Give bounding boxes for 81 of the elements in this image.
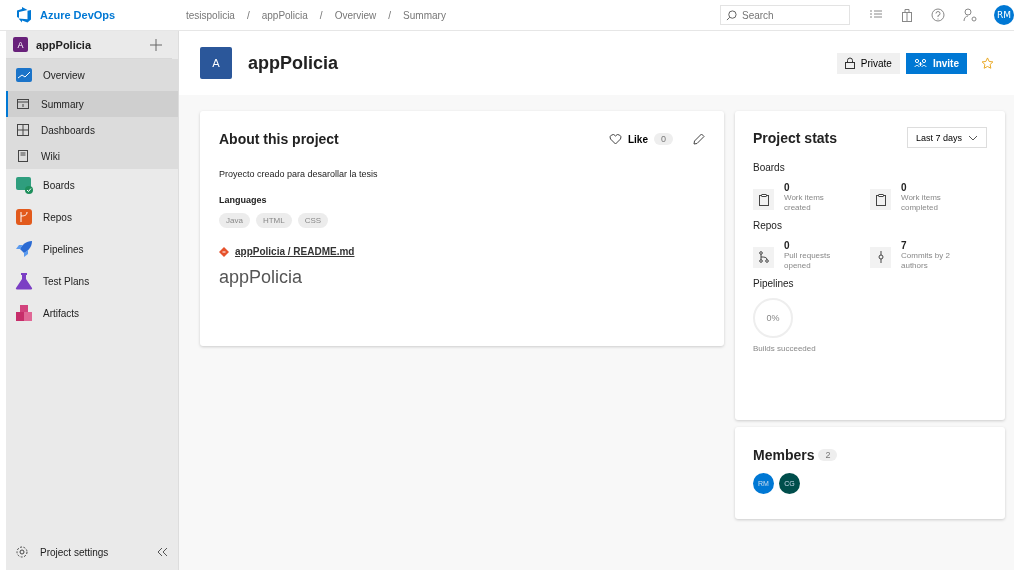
language-tag: HTML xyxy=(255,213,292,228)
breadcrumb-link[interactable]: appPolicia xyxy=(261,9,308,21)
nav-item[interactable]: Artifacts xyxy=(6,297,178,329)
repos-icon xyxy=(15,208,33,226)
user-avatar[interactable]: RM xyxy=(994,5,1014,25)
member-count: 2 xyxy=(818,449,838,461)
shopping-bag-icon[interactable] xyxy=(901,8,913,22)
lock-icon xyxy=(844,57,855,69)
stat-value: 0 xyxy=(901,182,908,193)
section-title: Repos xyxy=(753,219,783,231)
breadcrumb-separator: / xyxy=(319,9,323,21)
settings-icon xyxy=(16,546,28,558)
readme-heading: appPolicia xyxy=(219,267,304,288)
project-name[interactable]: appPolicia xyxy=(36,38,142,51)
project-description: Proyecto creado para desarollar la tesis xyxy=(219,169,379,179)
edit-icon[interactable] xyxy=(693,133,705,145)
project-title: appPolicia xyxy=(248,52,339,74)
nav-subitem[interactable]: Wiki xyxy=(6,143,178,169)
nav-subitem[interactable]: Summary xyxy=(6,91,178,117)
stat-value: 0 xyxy=(784,182,791,193)
language-tag: Java xyxy=(219,213,250,228)
invite-button[interactable]: Invite xyxy=(905,52,967,74)
nav-item[interactable]: Test Plans xyxy=(6,265,178,297)
breadcrumb-link[interactable]: tesispolicia xyxy=(186,9,235,21)
star-icon[interactable] xyxy=(981,56,994,70)
help-icon[interactable] xyxy=(931,8,945,22)
stat-label: Work items created xyxy=(784,193,825,214)
breadcrumb-link[interactable]: Overview xyxy=(334,9,377,21)
project-settings-link[interactable]: Project settings xyxy=(16,546,109,558)
stat-icon xyxy=(870,189,891,210)
user-settings-icon[interactable] xyxy=(963,8,977,22)
card-title: Project stats xyxy=(753,129,838,146)
stat-value: 7 xyxy=(901,239,908,251)
collapse-icon[interactable] xyxy=(156,547,168,557)
search-field[interactable]: Search xyxy=(720,5,850,25)
breadcrumb-link[interactable]: Summary xyxy=(403,9,446,21)
like-button[interactable]: Like xyxy=(608,133,648,145)
brand-name[interactable]: Azure DevOps xyxy=(40,9,116,21)
project-avatar: A xyxy=(13,37,28,52)
stat-value: 0 xyxy=(784,239,791,251)
nav-item[interactable]: Overview xyxy=(6,59,178,91)
nav-item[interactable]: Repos xyxy=(6,201,178,233)
boards-icon xyxy=(15,176,33,194)
stat-icon xyxy=(870,246,891,268)
people-icon xyxy=(913,57,927,69)
readme-link[interactable]: appPolicia / README.md xyxy=(235,246,355,257)
chevron-down-icon xyxy=(968,134,978,141)
language-tag: CSS xyxy=(297,213,329,228)
git-icon xyxy=(219,246,229,257)
rocket-icon xyxy=(15,240,33,258)
builds-label: Builds succeeded xyxy=(753,343,817,353)
overview-icon xyxy=(15,66,33,84)
breadcrumb-separator: / xyxy=(246,9,250,21)
add-icon[interactable] xyxy=(150,38,162,51)
like-count: 0 xyxy=(654,133,673,145)
stat-label: Pull requests opened xyxy=(784,250,832,272)
card-title: About this project xyxy=(219,131,339,147)
summary-icon xyxy=(17,98,29,110)
wiki-icon xyxy=(17,150,29,162)
search-icon xyxy=(726,10,737,21)
artifacts-icon xyxy=(15,304,33,322)
success-rate-ring: 0% xyxy=(753,297,793,338)
nav-item[interactable]: Boards xyxy=(6,169,178,201)
languages-label: Languages xyxy=(219,195,268,205)
nav-subitem[interactable]: Dashboards xyxy=(6,117,178,143)
stat-icon xyxy=(753,246,774,268)
stat-label: Commits by 2 authors xyxy=(901,250,951,272)
dashboard-icon xyxy=(17,124,29,136)
breadcrumb-separator: / xyxy=(388,9,392,21)
stat-label: Work items completed xyxy=(901,193,942,214)
section-title: Pipelines xyxy=(753,277,795,289)
project-avatar: A xyxy=(200,47,232,79)
devops-logo-icon xyxy=(16,7,32,23)
section-title: Boards xyxy=(753,162,786,173)
stat-icon xyxy=(753,189,774,210)
card-title: Members xyxy=(753,447,815,463)
nav-item[interactable]: Pipelines xyxy=(6,233,178,265)
date-range-dropdown[interactable]: Last 7 days xyxy=(906,127,987,148)
private-button[interactable]: Private xyxy=(836,52,900,74)
heart-icon xyxy=(608,133,622,145)
flask-icon xyxy=(15,272,33,290)
